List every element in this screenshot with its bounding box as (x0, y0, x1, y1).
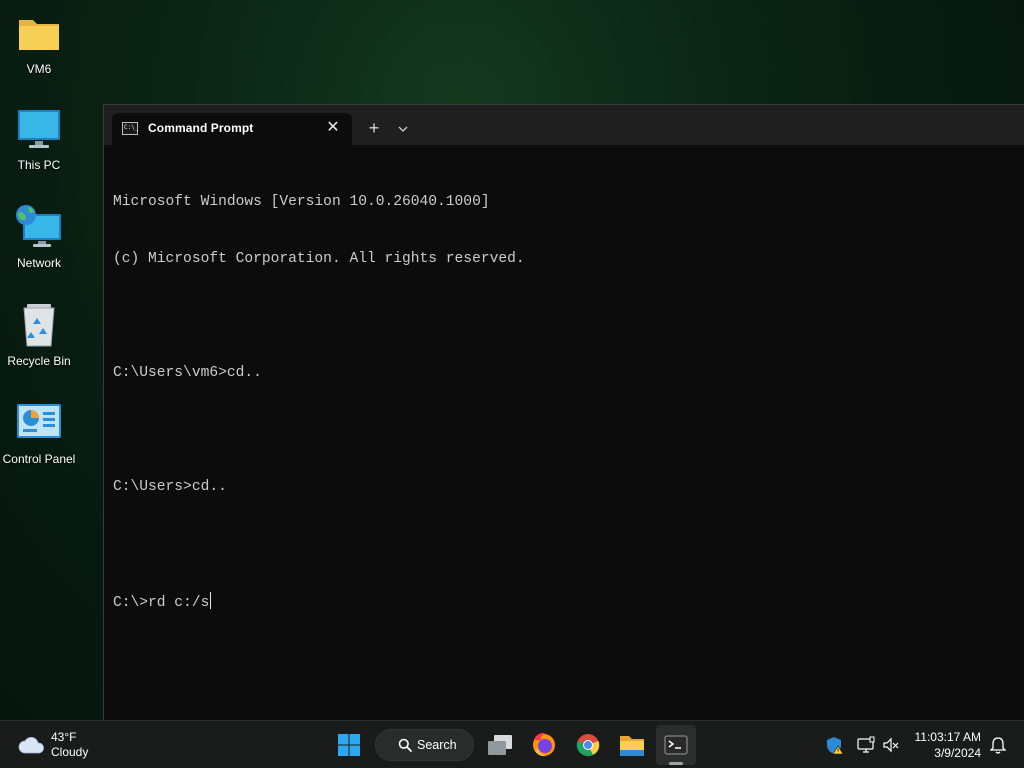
tab-command-prompt[interactable]: C:\_ Command Prompt ✕ (112, 113, 352, 145)
taskbar: 43°F Cloudy Search 11:03:17 AM 3/9/2024 (0, 720, 1024, 768)
chrome-button[interactable] (568, 725, 608, 765)
terminal-output[interactable]: Microsoft Windows [Version 10.0.26040.10… (113, 155, 1024, 721)
text-cursor (210, 592, 212, 609)
display-icon (857, 736, 875, 753)
display-button[interactable] (856, 735, 876, 755)
system-clock[interactable]: 11:03:17 AM 3/9/2024 (915, 729, 982, 761)
clock-time: 11:03:17 AM (914, 730, 982, 744)
terminal-taskbar-button[interactable] (656, 725, 696, 765)
windows-logo-icon (338, 734, 360, 756)
firefox-button[interactable] (524, 725, 564, 765)
chevron-down-icon (398, 126, 408, 132)
desktop-icon-vm6[interactable]: VM6 (0, 10, 78, 77)
task-view-button[interactable] (480, 725, 520, 765)
folder-icon (15, 10, 63, 58)
desktop-icon-network[interactable]: Network (0, 204, 78, 271)
volume-muted-icon (883, 737, 899, 753)
weather-temperature: 43°F (51, 730, 77, 744)
tab-dropdown-button[interactable] (392, 117, 414, 141)
terminal-line: (c) Microsoft Corporation. All rights re… (113, 251, 525, 267)
file-explorer-button[interactable] (612, 725, 652, 765)
firefox-icon (533, 732, 555, 757)
desktop-icon-this-pc[interactable]: This PC (0, 106, 78, 173)
terminal-window[interactable]: C:\_ Command Prompt ✕ + Microsoft Window… (103, 104, 1024, 721)
start-button[interactable] (329, 725, 369, 765)
security-button[interactable] (825, 735, 845, 755)
search-icon (398, 738, 412, 752)
computer-icon (15, 106, 63, 154)
chrome-icon (576, 734, 600, 757)
terminal-line: C:\Users\vm6>cd.. (113, 365, 262, 381)
desktop-icon-label: Recycle Bin (7, 354, 71, 368)
taskbar-search[interactable]: Search (375, 729, 474, 761)
recycle-bin-icon (15, 302, 63, 350)
desktop-icon-label: Control Panel (2, 452, 76, 466)
desktop-icon-label: Network (16, 256, 61, 270)
bell-icon (989, 737, 1007, 754)
desktop-icon-recycle-bin[interactable]: Recycle Bin (0, 302, 78, 369)
notifications-button[interactable] (989, 735, 1007, 755)
terminal-command: C:\>rd c:/s (113, 595, 210, 611)
volume-button[interactable] (881, 735, 901, 755)
minimize-button[interactable] (1016, 111, 1024, 135)
clock-date: 3/9/2024 (934, 746, 981, 760)
cmd-icon: C:\_ (122, 122, 138, 135)
desktop-icon-label: VM6 (26, 62, 52, 76)
terminal-icon (664, 735, 688, 755)
terminal-line: Microsoft Windows [Version 10.0.26040.10… (113, 194, 490, 210)
task-view-icon (488, 735, 512, 755)
search-label: Search (417, 738, 457, 752)
weather-condition: Cloudy (51, 745, 89, 759)
close-tab-button[interactable]: ✕ (322, 117, 344, 139)
folder-icon (620, 736, 644, 756)
control-panel-icon (15, 400, 63, 448)
weather-widget[interactable]: 43°F Cloudy (14, 727, 124, 763)
cloud-icon (18, 737, 44, 754)
terminal-input-line[interactable]: C:\>rd c:/s (113, 592, 1024, 611)
tab-title: Command Prompt (148, 121, 254, 135)
title-bar[interactable]: C:\_ Command Prompt ✕ + (104, 105, 1024, 145)
desktop-icon-label: This PC (17, 158, 61, 172)
desktop-icon-control-panel[interactable]: Control Panel (0, 400, 78, 467)
terminal-line: C:\Users>cd.. (113, 479, 227, 495)
shield-warning-icon (827, 737, 844, 755)
network-icon (15, 204, 63, 252)
new-tab-button[interactable]: + (362, 117, 386, 141)
